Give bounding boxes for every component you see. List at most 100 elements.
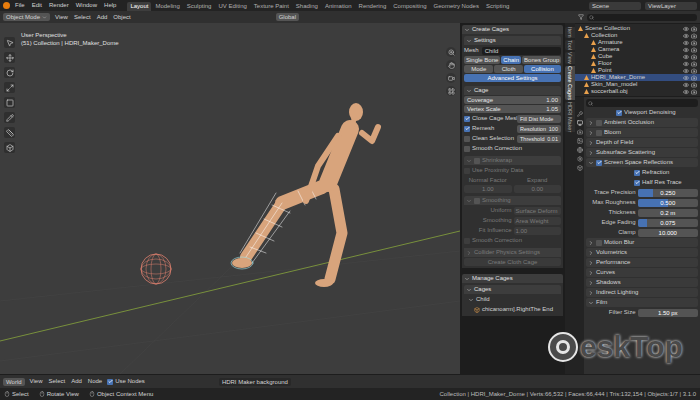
render-icon[interactable] (691, 61, 697, 67)
smoothing-field[interactable]: Surface Deform (514, 207, 562, 215)
tool-button[interactable] (4, 52, 15, 63)
property-field[interactable]: 10.000 (638, 229, 699, 237)
properties-search[interactable] (586, 99, 698, 107)
use-nodes-checkbox[interactable] (107, 379, 113, 385)
sidebar-tab[interactable]: Item (565, 27, 575, 38)
visibility-icon[interactable] (683, 75, 689, 81)
sidebar-tab[interactable]: Tool (565, 40, 575, 50)
section-checkbox[interactable] (596, 160, 602, 166)
workspace-tab[interactable]: Layout (127, 2, 151, 11)
nav-button[interactable] (446, 73, 456, 83)
cages-header[interactable]: Cages (464, 285, 561, 294)
manage-cages-header[interactable]: Manage Cages (462, 274, 563, 283)
property-section[interactable]: Volumetrics (586, 248, 698, 257)
visibility-icon[interactable] (683, 54, 689, 60)
property-section[interactable]: Performance (586, 258, 698, 267)
property-field[interactable]: 1.50 px (638, 309, 699, 317)
shrinkwrap-field[interactable]: 0.00 (514, 185, 562, 193)
shader-menu[interactable]: Node (87, 377, 103, 386)
use-nodes-toggle[interactable]: Use Nodes (107, 377, 145, 386)
workspace-tab[interactable]: Modeling (152, 2, 182, 11)
property-section[interactable]: Ambient Occlusion (586, 118, 698, 127)
visibility-icon[interactable] (683, 82, 689, 88)
viewport-menu[interactable]: View (54, 13, 69, 22)
property-section[interactable]: Bloom (586, 128, 698, 137)
property-field[interactable]: 0.2 m (638, 209, 699, 217)
visibility-icon[interactable] (683, 61, 689, 67)
nav-button[interactable] (446, 47, 456, 57)
object-icon[interactable] (577, 165, 583, 171)
menu-item[interactable]: Render (47, 1, 71, 10)
outliner-item[interactable]: soccerball.obj (575, 88, 700, 95)
sidebar-tab[interactable]: Create Cages (565, 66, 575, 100)
property-field[interactable]: 0.500 (638, 199, 699, 207)
shader-menu[interactable]: View (29, 377, 44, 386)
viewport[interactable]: User Perspective(51) Collection | HDRI_M… (0, 23, 460, 374)
option-field[interactable]: Resolution100 (517, 125, 561, 133)
visibility-icon[interactable] (683, 47, 689, 53)
mesh-field[interactable]: Child (482, 47, 561, 55)
workspace-tab[interactable]: Sculpting (184, 2, 215, 11)
property-checkbox[interactable] (634, 170, 640, 176)
sidebar-tab[interactable]: View (565, 52, 575, 64)
menu-item[interactable]: Edit (30, 1, 44, 10)
property-field[interactable]: 0.075 (638, 219, 699, 227)
cage-group[interactable]: Child (464, 295, 561, 304)
scene-field[interactable]: Scene (589, 2, 641, 10)
option-field[interactable]: Fill Dist Mode (517, 115, 561, 123)
tool-icon[interactable] (577, 111, 583, 117)
view-layer-field[interactable]: ViewLayer (645, 2, 697, 10)
shrinkwrap-checkbox[interactable] (474, 158, 480, 164)
world-field[interactable]: HDRI Maker background (219, 378, 291, 386)
create-cages-header[interactable]: Create Cages (462, 25, 563, 34)
mode-button[interactable]: Mode (464, 65, 493, 73)
advanced-settings-button[interactable]: Advanced Settings (464, 74, 561, 82)
workspace-tab[interactable]: Animation (322, 2, 355, 11)
cage-header[interactable]: Cage (464, 86, 561, 95)
outliner-item[interactable]: Floor (575, 60, 700, 67)
menu-item[interactable]: Help (102, 1, 118, 10)
correction-checkbox[interactable] (464, 238, 470, 244)
output-icon[interactable] (577, 129, 583, 135)
editor-type-dropdown[interactable]: World (3, 378, 25, 386)
smoothing-field[interactable]: Area Weight (514, 217, 562, 225)
filter-icon[interactable] (578, 14, 584, 20)
nav-button[interactable] (446, 60, 456, 70)
outliner-search[interactable] (587, 14, 697, 21)
shader-menu[interactable]: Add (70, 377, 83, 386)
outliner-item[interactable]: Cube (575, 53, 700, 60)
property-section[interactable]: Curves (586, 268, 698, 277)
mode-button[interactable]: Cloth (494, 65, 522, 73)
mode-button[interactable]: Bones Group (522, 56, 561, 64)
property-section[interactable]: Shadows (586, 278, 698, 287)
view-layer-icon[interactable] (577, 138, 583, 144)
mode-button[interactable]: Chain (501, 56, 521, 64)
orientation-dropdown[interactable]: Global (276, 13, 299, 21)
visibility-icon[interactable] (683, 33, 689, 39)
option-checkbox[interactable] (464, 136, 470, 142)
render-icon[interactable] (691, 75, 697, 81)
viewport-menu[interactable]: Object (112, 13, 131, 22)
workspace-tab[interactable]: Geometry Nodes (431, 2, 482, 11)
soccer-ball[interactable] (141, 254, 171, 284)
outliner-collection[interactable]: Collection (575, 32, 700, 39)
option-checkbox[interactable] (464, 146, 470, 152)
render-icon[interactable] (577, 120, 583, 126)
visibility-icon[interactable] (683, 68, 689, 74)
render-icon[interactable] (691, 33, 697, 39)
workspace-tab[interactable]: UV Editing (215, 2, 249, 11)
viewport-menu[interactable]: Select (73, 13, 92, 22)
shrinkwrap-field[interactable]: 1.00 (464, 185, 512, 193)
tool-button[interactable] (4, 97, 15, 108)
blender-logo-icon[interactable] (3, 2, 10, 9)
cage-field[interactable]: Coverage1.00 (464, 96, 561, 104)
section-checkbox[interactable] (596, 130, 602, 136)
mannequin[interactable] (231, 103, 378, 287)
visibility-icon[interactable] (683, 26, 689, 32)
cage-item[interactable]: chicanoarm].RightThe End (464, 305, 561, 314)
viewport-menu[interactable]: Add (96, 13, 109, 22)
proximity-checkbox[interactable] (464, 168, 470, 174)
property-section[interactable]: Motion Blur (586, 238, 698, 247)
render-icon[interactable] (691, 89, 697, 95)
workspace-tab[interactable]: Rendering (356, 2, 390, 11)
